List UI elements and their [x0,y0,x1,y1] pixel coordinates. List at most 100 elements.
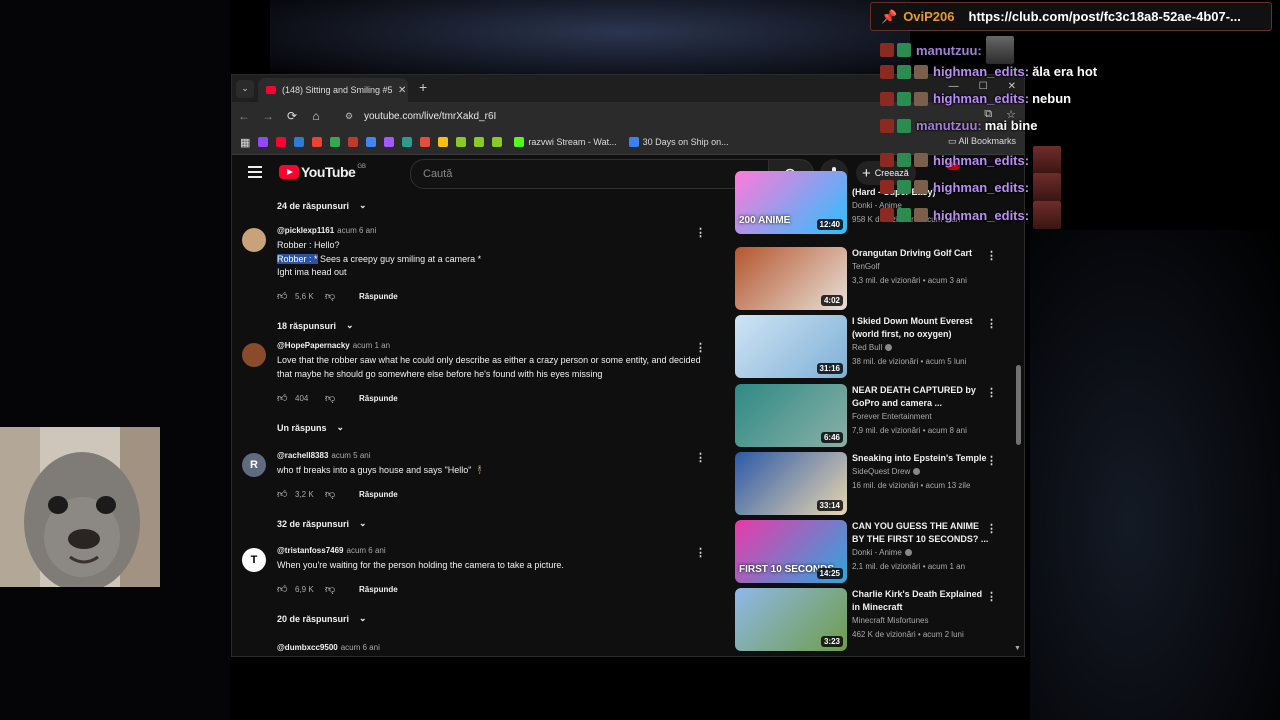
video-channel[interactable]: Donki - Anime [852,548,912,557]
search-input[interactable]: Caută [410,159,770,189]
comment-time[interactable]: acum 6 ani [341,643,380,652]
avatar[interactable]: T [242,548,266,572]
like-icon[interactable]: 👍︎ [277,583,289,595]
chat-username[interactable]: highman_edits: [933,91,1029,106]
like-icon[interactable]: 👍︎ [277,488,289,500]
video-title[interactable]: I Skied Down Mount Everest (world first,… [852,315,992,341]
menu-icon[interactable] [248,166,262,181]
avatar[interactable] [242,645,266,656]
comment-author[interactable]: @picklexp1161 [277,226,334,235]
new-tab-button[interactable]: + [419,79,427,95]
chat-username[interactable]: highman_edits: [933,208,1029,223]
like-icon[interactable]: 👍︎ [277,290,289,302]
chat-username[interactable]: highman_edits: [933,64,1029,79]
dislike-icon[interactable]: 👎︎ [325,290,337,302]
video-channel[interactable]: Minecraft Misfortunes [852,616,928,625]
back-icon[interactable]: ← [232,109,256,123]
comment-more-icon[interactable]: ⋮ [695,451,706,464]
home-icon[interactable]: ⌂ [304,109,328,123]
comment-author[interactable]: @tristanfoss7469 [277,546,344,555]
video-channel[interactable]: TenGolf [852,262,880,271]
video-thumbnail[interactable]: 33:14 [735,452,847,515]
video-title[interactable]: NEAR DEATH CAPTURED by GoPro and camera … [852,384,992,410]
bookmark-item[interactable] [474,137,485,147]
video-thumbnail[interactable]: 31:16 [735,315,847,378]
chat-username[interactable]: highman_edits: [933,180,1029,195]
related-video[interactable]: 6:46 NEAR DEATH CAPTURED by GoPro and cam… [735,384,1015,448]
comment-more-icon[interactable]: ⋮ [695,341,706,354]
bookmark-item[interactable]: razvwi Stream - Wat... [514,137,617,147]
video-thumbnail[interactable]: 3:23 [735,588,847,651]
related-video[interactable]: 33:14 Sneaking into Epstein's Temple SideQ… [735,452,1015,516]
close-tab-icon[interactable]: ✕ [398,85,406,96]
bookmark-item[interactable] [276,137,287,147]
chat-username[interactable]: highman_edits: [933,153,1029,168]
youtube-logo[interactable]: YouTube GB [279,164,366,180]
bookmark-item[interactable]: 30 Days on Ship on... [628,137,729,147]
site-info-icon[interactable]: ⚙ [342,109,356,123]
comment-author[interactable]: @HopePapernacky [277,341,350,350]
comment-time[interactable]: acum 5 ani [331,451,370,460]
video-channel[interactable]: SideQuest Drew [852,467,921,476]
video-thumbnail[interactable]: FIRST 10 SECONDS 14:25 [735,520,847,583]
replies-toggle[interactable]: Un răspuns ⌄ [277,422,344,433]
video-channel[interactable]: Red Bull [852,343,893,352]
comment-time[interactable]: acum 6 ani [337,226,376,235]
dislike-icon[interactable]: 👎︎ [325,488,337,500]
video-more-icon[interactable]: ⋮ [986,317,997,330]
dislike-icon[interactable]: 👎︎ [325,583,337,595]
replies-toggle[interactable]: 18 răspunsuri ⌄ [277,320,354,331]
reply-button[interactable]: Răspunde [359,490,398,499]
like-icon[interactable]: 👍︎ [277,392,289,404]
bookmark-item[interactable] [294,137,305,147]
video-more-icon[interactable]: ⋮ [986,454,997,467]
comment-more-icon[interactable]: ⋮ [695,546,706,559]
video-more-icon[interactable]: ⋮ [986,249,997,262]
bookmark-item[interactable] [456,137,467,147]
video-thumbnail[interactable]: 4:02 [735,247,847,310]
video-more-icon[interactable]: ⋮ [986,590,997,603]
reply-button[interactable]: Răspunde [359,292,398,301]
related-video[interactable]: 4:02 Orangutan Driving Golf Cart TenGolf 3,… [735,247,1015,311]
avatar[interactable]: R [242,453,266,477]
reload-icon[interactable]: ⟳ [280,109,304,123]
bookmark-item[interactable] [312,137,323,147]
bookmark-item[interactable] [420,137,431,147]
replies-toggle[interactable]: 32 de răspunsuri ⌄ [277,518,367,529]
avatar[interactable] [242,343,266,367]
bookmark-item[interactable] [492,137,503,147]
page-scrollbar[interactable] [1016,365,1021,445]
video-title[interactable]: CAN YOU GUESS THE ANIME BY THE FIRST 10 … [852,520,992,546]
reply-button[interactable]: Răspunde [359,394,398,403]
replies-toggle[interactable]: 24 de răspunsuri ⌄ [277,200,367,211]
video-title[interactable]: Orangutan Driving Golf Cart [852,247,992,260]
comment-more-icon[interactable]: ⋮ [695,226,706,239]
video-more-icon[interactable]: ⋮ [986,386,997,399]
video-thumbnail[interactable]: 200 ANIME 12:40 [735,171,847,234]
comment-author[interactable]: @rachell8383 [277,451,328,460]
bookmark-item[interactable] [330,137,341,147]
video-more-icon[interactable]: ⋮ [986,522,997,535]
bookmark-item[interactable] [384,137,395,147]
apps-grid-icon[interactable]: ▦ [240,136,250,149]
comment-time[interactable]: acum 1 an [353,341,390,350]
dislike-icon[interactable]: 👎︎ [325,392,337,404]
related-video[interactable]: 3:23 Charlie Kirk's Death Explained in Mi… [735,588,1015,652]
forward-icon[interactable]: → [256,109,280,123]
bookmark-item[interactable] [348,137,359,147]
video-channel[interactable]: Forever Entertainment [852,412,932,421]
related-video[interactable]: 31:16 I Skied Down Mount Everest (world f… [735,315,1015,379]
tab-search-button[interactable]: ⌄ [236,79,254,98]
chat-username[interactable]: manutzuu: [916,118,982,133]
bookmark-item[interactable] [366,137,377,147]
bookmark-item[interactable] [438,137,449,147]
comment-time[interactable]: acum 6 ani [347,546,386,555]
related-video[interactable]: FIRST 10 SECONDS 14:25 CAN YOU GUESS THE A… [735,520,1015,584]
address-field[interactable]: ⚙ youtube.com/live/tmrXakd_r6I [336,106,716,126]
reply-button[interactable]: Răspunde [359,585,398,594]
bookmark-item[interactable] [402,137,413,147]
avatar[interactable] [242,228,266,252]
bookmark-item[interactable] [258,137,269,147]
browser-tab[interactable]: (148) Sitting and Smiling #5 - YouTube ✕ [258,78,408,102]
comment-author[interactable]: @dumbxcc9500 [277,643,338,652]
